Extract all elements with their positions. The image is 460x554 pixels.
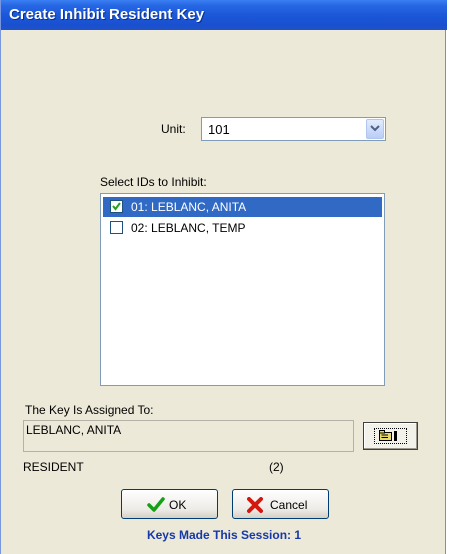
checkmark-icon — [147, 497, 165, 512]
folder-lookup-icon — [379, 430, 397, 441]
cancel-label: Cancel — [270, 498, 308, 512]
unit-combobox[interactable]: 101 — [201, 117, 386, 141]
list-item-checkbox[interactable] — [110, 200, 123, 213]
unit-label: Unit: — [161, 122, 186, 136]
keys-made-status: Keys Made This Session: 1 — [146, 528, 302, 542]
dialog-window: Create Inhibit Resident Key Unit: 101 Se… — [0, 0, 447, 554]
id-listbox[interactable]: 01: LEBLANC, ANITA 02: LEBLANC, TEMP — [100, 193, 385, 386]
list-item[interactable]: 01: LEBLANC, ANITA — [103, 197, 382, 217]
id-list-caption: Select IDs to Inhibit: — [100, 175, 207, 189]
list-item-label: 01: LEBLANC, ANITA — [131, 200, 247, 214]
ok-label: OK — [169, 498, 187, 512]
list-item[interactable]: 02: LEBLANC, TEMP — [103, 218, 382, 238]
assigned-to-value: LEBLANC, ANITA — [26, 423, 122, 437]
chevron-down-icon — [370, 125, 380, 132]
resident-count: (2) — [269, 460, 284, 474]
resident-role: RESIDENT — [23, 460, 84, 474]
x-icon — [247, 497, 263, 513]
list-item-checkbox[interactable] — [110, 221, 123, 234]
checkmark-icon — [112, 202, 121, 211]
lookup-focus-rect — [374, 428, 407, 444]
ok-button[interactable]: OK — [121, 489, 218, 519]
unit-dropdown-button[interactable] — [366, 119, 384, 139]
list-item-label: 02: LEBLANC, TEMP — [131, 221, 246, 235]
unit-value: 101 — [208, 122, 230, 137]
lookup-button[interactable] — [363, 422, 418, 450]
cancel-button[interactable]: Cancel — [232, 489, 329, 519]
window-title: Create Inhibit Resident Key — [9, 6, 205, 23]
assigned-to-field: LEBLANC, ANITA — [23, 420, 354, 452]
title-bar[interactable]: Create Inhibit Resident Key — [1, 0, 447, 30]
assigned-to-label: The Key Is Assigned To: — [25, 403, 154, 417]
